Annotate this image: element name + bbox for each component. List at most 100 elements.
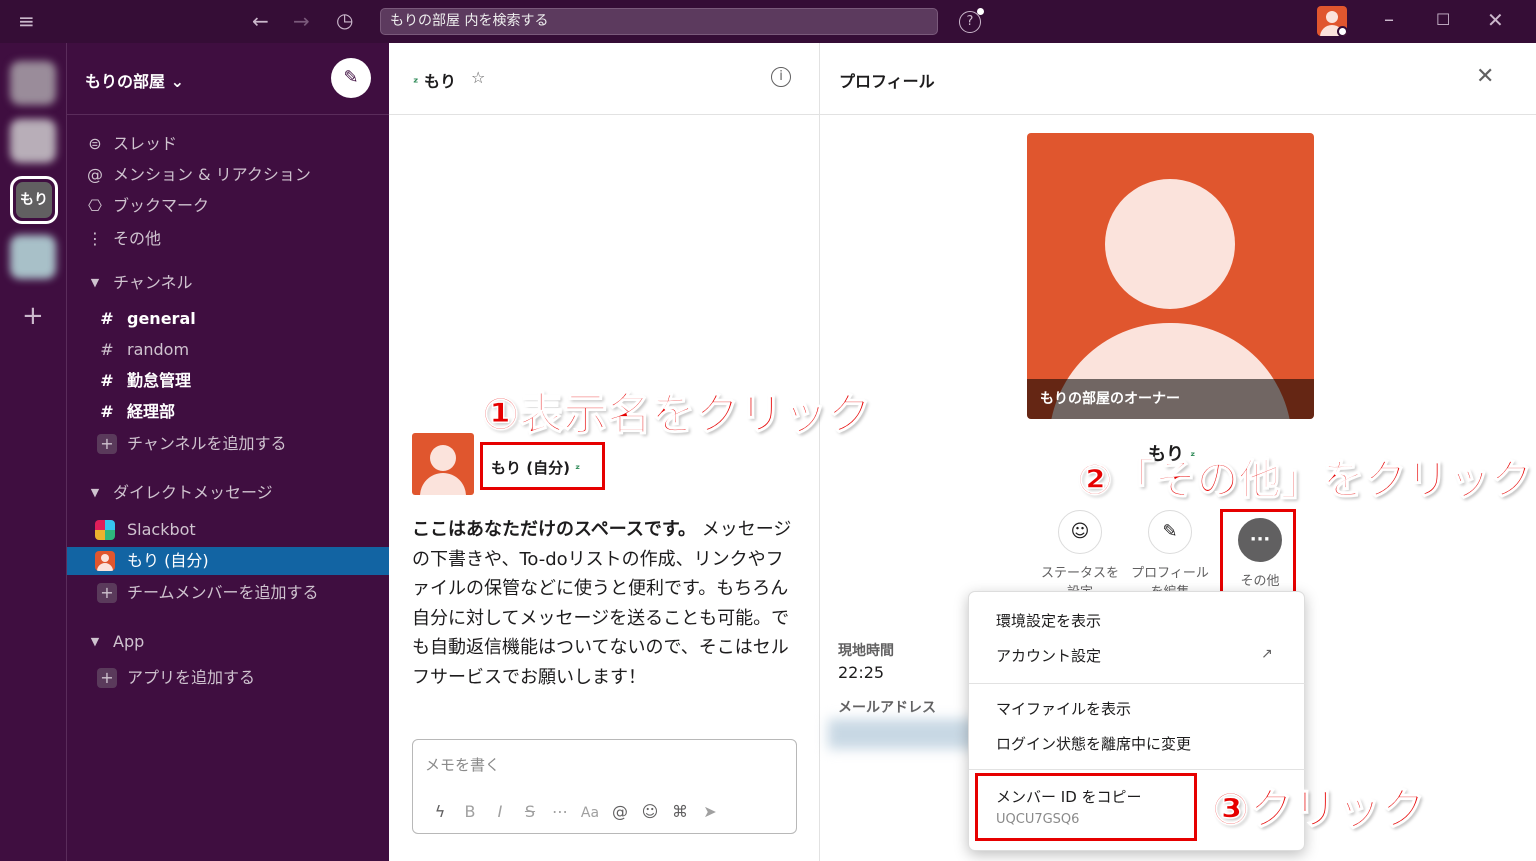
slackbot-icon — [95, 520, 115, 540]
workspace-icon[interactable] — [10, 235, 56, 279]
minimize-icon[interactable]: – — [1384, 9, 1394, 29]
history-clock-icon[interactable]: ◷ — [336, 10, 353, 30]
email-value-blurred — [828, 719, 978, 749]
sidebar-item-threads[interactable]: ⊜ スレッド — [67, 130, 389, 158]
send-icon[interactable]: ➤ — [695, 802, 725, 821]
bold-icon[interactable]: B — [455, 802, 485, 821]
forward-arrow-icon[interactable]: → — [293, 11, 310, 31]
title-bar: ≡ ← → ◷ もりの部屋 内を検索する ? – ☐ ✕ — [0, 0, 1536, 43]
display-name-link[interactable]: もり (自分) ᶻ — [491, 457, 580, 478]
profile-header: プロフィール ✕ — [820, 43, 1536, 115]
workspace-icon[interactable] — [10, 119, 56, 163]
threads-icon: ⊜ — [88, 134, 102, 153]
highlight-display-name: もり (自分) ᶻ — [480, 442, 605, 490]
strike-icon[interactable]: S — [515, 802, 545, 821]
edit-profile-button[interactable]: ✎プロフィールを編集 — [1125, 510, 1215, 600]
channel-general[interactable]: # general — [67, 305, 389, 333]
section-dms[interactable]: ▼ ダイレクトメッセージ — [67, 479, 389, 507]
channel-attendance[interactable]: # 勤怠管理 — [67, 367, 389, 395]
message-composer[interactable]: メモを書く ϟ B I S ⋯ Aa @ ☺ ⌘ ➤ — [412, 739, 797, 834]
sidebar-header: もりの部屋 ⌄ ✎ — [67, 43, 389, 115]
section-channels[interactable]: ▼ チャンネル — [67, 269, 389, 297]
menu-divider — [969, 769, 1306, 770]
hamburger-menu-icon[interactable]: ≡ — [18, 11, 35, 31]
text-format-icon[interactable]: Aa — [575, 805, 605, 821]
user-avatar[interactable] — [1317, 6, 1347, 36]
maximize-icon[interactable]: ☐ — [1436, 10, 1450, 30]
channel-header: ᶻ もり ☆ i — [389, 43, 819, 115]
composer-toolbar: ϟ B I S ⋯ Aa @ ☺ ⌘ ➤ — [425, 802, 725, 821]
more-vertical-icon: ⋮ — [87, 229, 103, 248]
plus-icon: + — [97, 664, 117, 692]
profile-photo: もりの部屋のオーナー — [1027, 133, 1314, 419]
caret-down-icon: ▼ — [90, 486, 100, 499]
local-time-label: 現地時間 — [838, 643, 894, 659]
compose-icon[interactable]: ✎ — [331, 58, 371, 98]
caret-down-icon: ▼ — [90, 276, 100, 289]
sidebar: もりの部屋 ⌄ ✎ ⊜ スレッド @ メンション & リアクション ⎔ ブックマーク … — [67, 43, 389, 861]
external-link-icon: ↗ — [1261, 646, 1273, 662]
workspace-rail: もり + — [0, 43, 67, 861]
composer-placeholder: メモを書く — [425, 756, 501, 774]
section-app[interactable]: ▼ App — [67, 628, 389, 656]
menu-item-set-away[interactable]: ログイン状態を離席中に変更 — [996, 733, 1191, 754]
channel-pane: ᶻ もり ☆ i もり (自分) ᶻ ここはあなただけのスペースです。 メッセー… — [389, 43, 820, 861]
local-time-value: 22:25 — [838, 663, 885, 682]
menu-item-preferences[interactable]: 環境設定を表示 — [996, 610, 1101, 631]
more-format-icon[interactable]: ⋯ — [545, 802, 575, 821]
hash-icon: # — [100, 309, 114, 328]
shortcuts-icon[interactable]: ϟ — [425, 802, 455, 821]
mention-icon: @ — [87, 165, 103, 184]
hash-icon: # — [100, 371, 114, 390]
workspace-name[interactable]: もりの部屋 ⌄ — [85, 68, 184, 92]
search-input[interactable]: もりの部屋 内を検索する — [380, 8, 938, 35]
dm-self[interactable]: もり (自分) — [67, 547, 389, 575]
self-avatar[interactable] — [412, 433, 474, 495]
workspace-active[interactable]: もり — [10, 176, 58, 224]
set-status-button[interactable]: ☺ステータスを設定 — [1035, 510, 1125, 600]
profile-caption: もりの部屋のオーナー — [1027, 379, 1314, 419]
self-avatar-icon — [95, 551, 115, 571]
hash-icon: # — [100, 340, 114, 359]
add-app-button[interactable]: + アプリを追加する — [67, 664, 389, 692]
attach-icon[interactable]: ⌘ — [665, 802, 695, 821]
channel-accounting[interactable]: # 経理部 — [67, 398, 389, 426]
emoji-icon[interactable]: ☺ — [635, 802, 665, 821]
info-icon[interactable]: i — [771, 67, 791, 87]
channel-name[interactable]: ᶻ もり — [413, 68, 456, 92]
add-workspace-icon[interactable]: + — [22, 301, 44, 331]
menu-item-my-files[interactable]: マイファイルを表示 — [996, 698, 1131, 719]
channel-random[interactable]: # random — [67, 336, 389, 364]
notification-dot — [977, 8, 984, 15]
menu-item-account-settings[interactable]: アカウント設定 — [996, 645, 1101, 666]
annotation-step3: ③クリック — [1211, 783, 1426, 836]
away-status-icon: ᶻ — [413, 76, 419, 91]
italic-icon[interactable]: I — [485, 802, 515, 821]
highlight-copy-member-id — [975, 773, 1197, 841]
close-icon[interactable]: ✕ — [1476, 64, 1494, 89]
highlight-more — [1220, 509, 1296, 598]
sidebar-item-mentions[interactable]: @ メンション & リアクション — [67, 161, 389, 189]
menu-divider — [969, 683, 1306, 684]
away-status-icon: ᶻ — [575, 462, 581, 476]
pencil-icon: ✎ — [1148, 510, 1192, 554]
hash-icon: # — [100, 402, 114, 421]
close-window-icon[interactable]: ✕ — [1487, 10, 1504, 30]
caret-down-icon: ▼ — [90, 635, 100, 648]
plus-icon: + — [97, 579, 117, 607]
sidebar-item-bookmarks[interactable]: ⎔ ブックマーク — [67, 192, 389, 220]
sidebar-item-more[interactable]: ⋮ その他 — [67, 225, 389, 253]
dm-slackbot[interactable]: Slackbot — [67, 516, 389, 544]
add-member-button[interactable]: + チームメンバーを追加する — [67, 579, 389, 607]
add-channel-button[interactable]: + チャンネルを追加する — [67, 430, 389, 458]
email-label: メールアドレス — [838, 700, 936, 716]
smile-icon: ☺ — [1058, 510, 1102, 554]
workspace-icon[interactable] — [10, 61, 56, 105]
back-arrow-icon[interactable]: ← — [252, 11, 269, 31]
intro-text: ここはあなただけのスペースです。 メッセージの下書きや、To-doリストの作成、… — [412, 519, 792, 688]
annotation-step2: ②「その他」をクリック — [1076, 454, 1533, 505]
annotation-step1: ①表示名をクリック — [481, 388, 872, 441]
bookmark-icon: ⎔ — [88, 196, 102, 215]
star-icon[interactable]: ☆ — [471, 68, 485, 87]
mention-icon[interactable]: @ — [605, 802, 635, 821]
